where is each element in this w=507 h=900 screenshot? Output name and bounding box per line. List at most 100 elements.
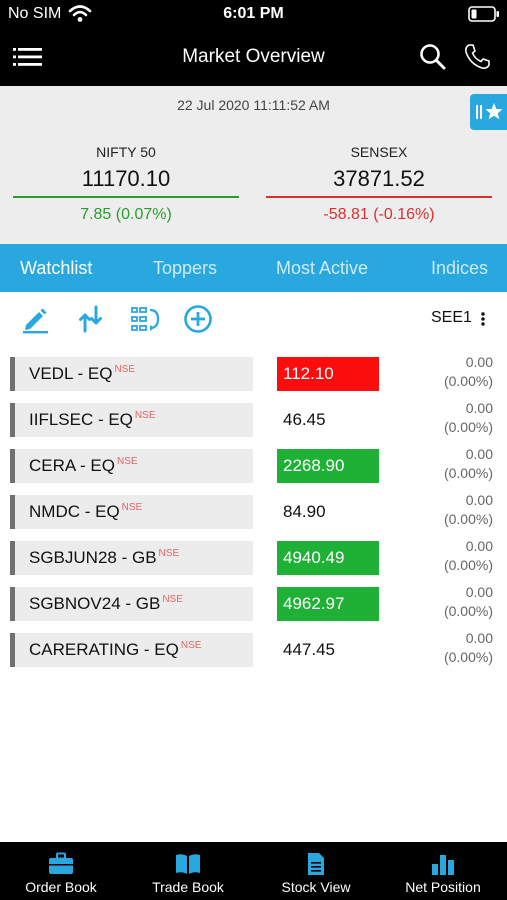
document-icon <box>308 853 324 875</box>
symbol-label: SGBJUN28 - GB NSE <box>29 548 179 568</box>
exchange-tag: NSE <box>180 640 202 651</box>
add-icon[interactable] <box>183 304 213 334</box>
change-cell: 0.00 (0.00%) <box>413 629 493 667</box>
ltp-cell: 4962.97 <box>277 587 379 621</box>
watchlist-row-sgbnov24[interactable]: SGBNOV24 - GB NSE 4962.97 0.00 (0.00%) <box>0 584 507 633</box>
change-cell: 0.00 (0.00%) <box>413 583 493 621</box>
change-percent: (0.00%) <box>443 603 493 619</box>
app-header: Market Overview <box>0 28 507 86</box>
change-value: 0.00 <box>465 538 493 554</box>
briefcase-icon <box>49 852 73 874</box>
change-value: 0.00 <box>465 446 493 462</box>
nav-label: Stock View <box>281 879 351 895</box>
change-percent: (0.00%) <box>443 419 493 435</box>
app-screen: No SIM 6:01 PM Market Overview 22 Jul 20… <box>0 0 507 900</box>
phone-icon[interactable] <box>462 42 492 72</box>
bottom-navigation: Order Book Trade Book Stock View Net Pos… <box>0 842 507 900</box>
watchlist-row-vedl[interactable]: VEDL - EQ NSE 112.10 0.00 (0.00%) <box>0 354 507 403</box>
tab-toppers[interactable]: Toppers <box>153 258 217 279</box>
change-value: 0.00 <box>465 400 493 416</box>
market-index-panel: 22 Jul 2020 11:11:52 AM NIFTY 50 11170.1… <box>0 86 507 244</box>
symbol-cell: SGBJUN28 - GB NSE <box>10 541 253 575</box>
index-name: SENSEX <box>350 144 408 160</box>
index-value: 37871.52 <box>333 166 425 191</box>
symbol-label: CARERATING - EQ NSE <box>29 640 201 660</box>
symbol-label: NMDC - EQ NSE <box>29 502 142 522</box>
nav-label: Trade Book <box>152 879 224 895</box>
ltp-cell: 112.10 <box>277 357 379 391</box>
change-cell: 0.00 (0.00%) <box>413 353 493 391</box>
change-value: 0.00 <box>465 584 493 600</box>
status-time: 6:01 PM <box>223 5 284 22</box>
tab-most-active[interactable]: Most Active <box>276 258 368 279</box>
watchlist-row-cera[interactable]: CERA - EQ NSE 2268.90 0.00 (0.00%) <box>0 446 507 495</box>
index-trend-line <box>266 196 492 198</box>
symbol-label: SGBNOV24 - GB NSE <box>29 594 183 614</box>
watchlist-row-sgbjun28[interactable]: SGBJUN28 - GB NSE 4940.49 0.00 (0.00%) <box>0 538 507 587</box>
search-icon[interactable] <box>418 42 448 72</box>
symbol-cell: CERA - EQ NSE <box>10 449 253 483</box>
change-value: 0.00 <box>465 354 493 370</box>
status-bar: No SIM 6:01 PM <box>0 0 507 28</box>
change-percent: (0.00%) <box>443 511 493 527</box>
exchange-tag: NSE <box>162 594 183 605</box>
change-value: 0.00 <box>465 630 493 646</box>
index-trend-line <box>13 196 239 198</box>
index-card-sensex[interactable]: SENSEX 37871.52 -58.81 (-0.16%) <box>266 144 492 224</box>
exchange-tag: NSE <box>116 456 138 467</box>
nav-label: Net Position <box>405 879 481 895</box>
tab-bar: Watchlist Toppers Most Active Indices <box>0 244 507 292</box>
symbol-name: CERA - EQ <box>29 456 115 475</box>
ltp-cell: 46.45 <box>283 410 326 429</box>
symbol-cell: NMDC - EQ NSE <box>10 495 253 529</box>
sort-icon[interactable] <box>76 304 106 334</box>
change-value: 0.00 <box>465 492 493 508</box>
watchlist-row-nmdc[interactable]: NMDC - EQ NSE 84.90 0.00 (0.00%) <box>0 492 507 541</box>
nav-net-position[interactable]: Net Position <box>388 842 498 900</box>
change-cell: 0.00 (0.00%) <box>413 537 493 575</box>
exchange-tag: NSE <box>114 364 136 375</box>
tab-watchlist[interactable]: Watchlist <box>20 258 92 279</box>
nav-label: Order Book <box>25 879 97 895</box>
symbol-label: CERA - EQ NSE <box>29 456 138 476</box>
index-card-nifty[interactable]: NIFTY 50 11170.10 7.85 (0.07%) <box>13 144 239 224</box>
watchlist-toolbar: SEE1 <box>0 292 507 348</box>
edit-icon[interactable] <box>20 304 50 334</box>
nav-order-book[interactable]: Order Book <box>6 842 116 900</box>
ltp-cell: 4940.49 <box>277 541 379 575</box>
watchlist-name[interactable]: SEE1 <box>431 309 472 327</box>
symbol-cell: CARERATING - EQ NSE <box>10 633 253 667</box>
nav-trade-book[interactable]: Trade Book <box>133 842 243 900</box>
ltp-cell: 84.90 <box>283 502 326 521</box>
favorites-toggle[interactable] <box>470 94 507 130</box>
symbol-name: SGBJUN28 - GB <box>29 548 157 567</box>
index-change: -58.81 (-0.16%) <box>323 206 435 223</box>
reorder-icon[interactable] <box>130 304 160 334</box>
change-cell: 0.00 (0.00%) <box>413 399 493 437</box>
symbol-label: VEDL - EQ NSE <box>29 364 135 384</box>
watchlist-row-iiflsec[interactable]: IIFLSEC - EQ NSE 46.45 0.00 (0.00%) <box>0 400 507 449</box>
bar-chart-icon <box>432 855 454 875</box>
index-value: 11170.10 <box>81 166 171 191</box>
symbol-cell: IIFLSEC - EQ NSE <box>10 403 253 437</box>
watchlist-row-carerating[interactable]: CARERATING - EQ NSE 447.45 0.00 (0.00%) <box>0 630 507 679</box>
index-name: NIFTY 50 <box>96 144 156 160</box>
more-options-icon[interactable] <box>478 309 488 329</box>
ltp-cell: 447.45 <box>283 640 335 659</box>
exchange-tag: NSE <box>121 502 143 513</box>
tab-indices[interactable]: Indices <box>431 258 488 279</box>
symbol-name: SGBNOV24 - GB <box>29 594 161 613</box>
market-timestamp: 22 Jul 2020 11:11:52 AM <box>177 97 330 113</box>
change-cell: 0.00 (0.00%) <box>413 491 493 529</box>
change-percent: (0.00%) <box>443 465 493 481</box>
index-change: 7.85 (0.07%) <box>80 206 172 223</box>
nav-stock-view[interactable]: Stock View <box>261 842 371 900</box>
change-cell: 0.00 (0.00%) <box>413 445 493 483</box>
symbol-label: IIFLSEC - EQ NSE <box>29 410 155 430</box>
symbol-cell: SGBNOV24 - GB NSE <box>10 587 253 621</box>
change-percent: (0.00%) <box>443 557 493 573</box>
ltp-cell: 2268.90 <box>277 449 379 483</box>
symbol-name: NMDC - EQ <box>29 502 120 521</box>
change-percent: (0.00%) <box>443 373 493 389</box>
change-percent: (0.00%) <box>443 649 493 665</box>
